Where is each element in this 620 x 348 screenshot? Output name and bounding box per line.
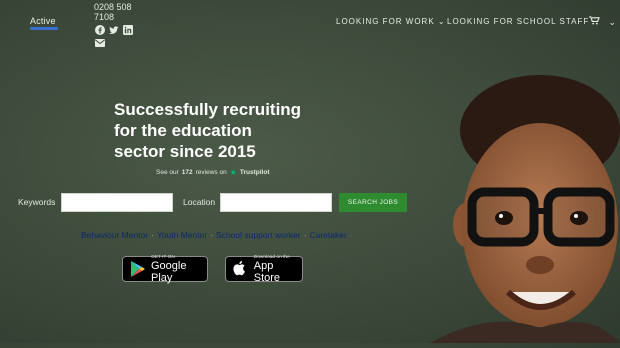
email-icon[interactable] [95,34,105,47]
location-label: Location [183,197,216,207]
location-input[interactable] [220,193,332,212]
nav-looking-for-school-staff[interactable]: LOOKING FOR SCHOOL STAFF [447,17,589,26]
hero-child-image [400,60,620,343]
phone-number[interactable]: 0208 508 7108 [94,2,134,22]
search-jobs-button[interactable]: SEARCH JOBS [339,193,407,212]
keywords-label: Keywords [18,197,56,207]
twitter-icon[interactable] [109,22,119,34]
trustpilot-star-icon: ★ [229,168,237,177]
role-link-caretaker[interactable]: Caretaker [309,230,346,240]
google-play-icon [129,260,147,278]
social-links [95,22,133,35]
role-separator: · [151,230,154,240]
chevron-down-icon: ⌄ [608,17,617,27]
google-play-badge[interactable]: GET IT ON Google Play [122,255,208,284]
chevron-down-icon: ⌄ [437,17,446,26]
cart-icon [589,16,603,27]
nav-looking-for-work[interactable]: LOOKING FOR WORK ⌄ [336,17,446,26]
role-link-behaviour-mentor[interactable]: Behaviour Mentor [81,230,148,240]
role-separator: · [303,230,307,240]
role-link-school-support-worker[interactable]: School support worker [216,230,301,240]
role-link-youth-mentor[interactable]: Youth Mentor [157,230,207,240]
linkedin-icon[interactable] [123,22,133,35]
keywords-input[interactable] [61,193,173,212]
trustpilot-reviews[interactable]: See our 172 reviews on ★ Trustpilot [156,168,270,177]
site-logo[interactable]: Active [30,16,56,26]
cart-menu[interactable]: ⌄ [589,16,616,28]
app-store-badge[interactable]: Download on the App Store [225,255,303,284]
facebook-icon[interactable] [95,22,105,35]
apple-icon [232,260,250,278]
logo-underline [30,27,58,30]
role-links: Behaviour Mentor · Youth Mentor · School… [81,230,347,240]
hero-headline: Successfully recruiting for the educatio… [114,100,302,161]
role-separator: · [210,230,214,240]
